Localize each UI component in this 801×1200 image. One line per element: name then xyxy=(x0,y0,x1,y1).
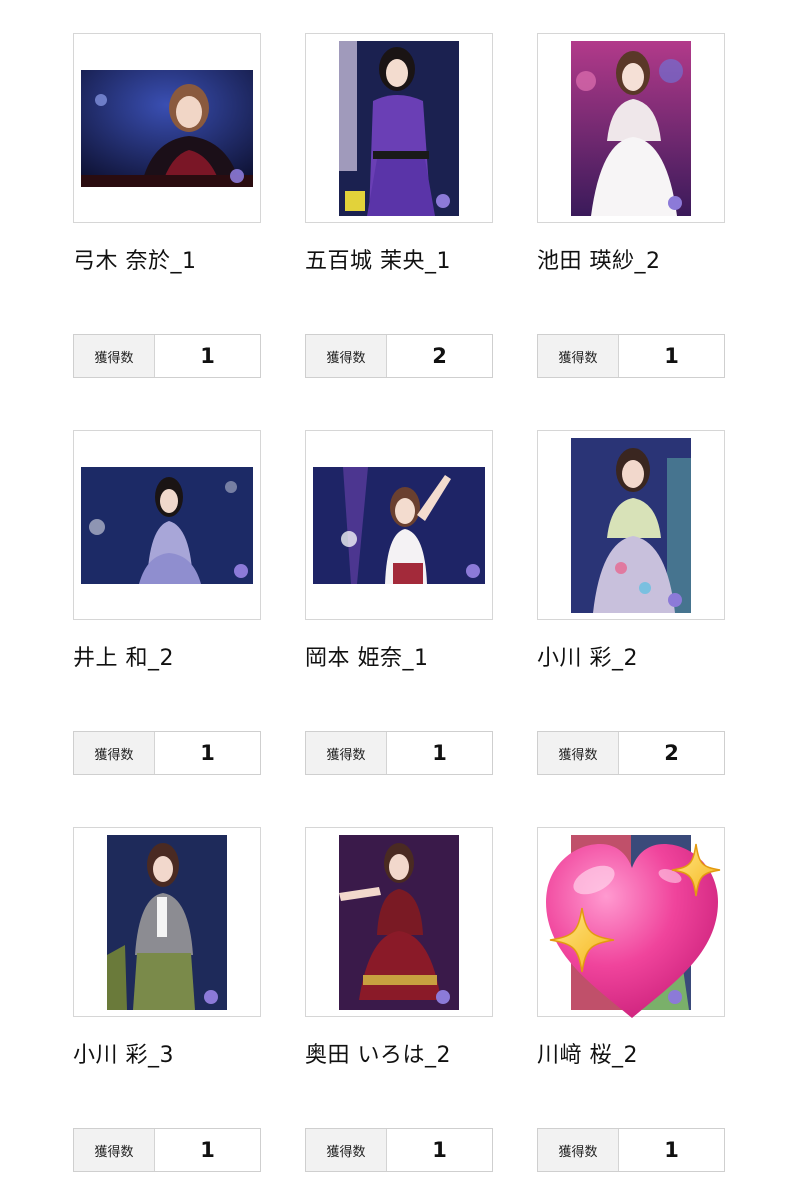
acquired-count-value: 2 xyxy=(664,741,679,765)
acquired-count-label: 獲得数 xyxy=(306,732,387,774)
acquired-count-box: 獲得数 1 xyxy=(73,334,261,378)
member-photo xyxy=(571,438,691,613)
member-photo xyxy=(81,70,253,187)
photo-frame[interactable] xyxy=(73,33,261,223)
acquired-count-box: 獲得数 2 xyxy=(305,334,493,378)
acquired-count-label: 獲得数 xyxy=(306,335,387,377)
acquired-count-label: 獲得数 xyxy=(538,732,619,774)
acquired-count-box: 獲得数 2 xyxy=(537,731,725,775)
photo-frame[interactable] xyxy=(305,430,493,620)
photo-frame[interactable] xyxy=(73,430,261,620)
member-name: 五百城 茉央_1 xyxy=(305,249,451,274)
photo-frame[interactable] xyxy=(73,827,261,1017)
acquired-count-value: 1 xyxy=(664,1138,679,1162)
member-name: 奥田 いろは_2 xyxy=(305,1043,451,1068)
member-photo xyxy=(339,41,459,216)
acquired-count-value: 2 xyxy=(432,344,447,368)
acquired-count-label: 獲得数 xyxy=(74,335,155,377)
photo-frame[interactable] xyxy=(537,33,725,223)
member-name: 小川 彩_3 xyxy=(73,1043,174,1068)
acquired-count-label: 獲得数 xyxy=(74,1129,155,1171)
member-photo xyxy=(107,835,227,1010)
acquired-count-label: 獲得数 xyxy=(74,732,155,774)
acquired-count-label: 獲得数 xyxy=(538,1129,619,1171)
acquired-count-box: 獲得数 1 xyxy=(305,731,493,775)
acquired-count-box: 獲得数 1 xyxy=(73,1128,261,1172)
photo-frame[interactable] xyxy=(537,430,725,620)
acquired-count-value: 1 xyxy=(432,1138,447,1162)
acquired-count-value: 1 xyxy=(432,741,447,765)
member-name: 井上 和_2 xyxy=(73,646,174,671)
acquired-count-box: 獲得数 1 xyxy=(305,1128,493,1172)
member-name: 岡本 姫奈_1 xyxy=(305,646,429,671)
acquired-count-value: 1 xyxy=(200,1138,215,1162)
photo-frame[interactable] xyxy=(305,33,493,223)
member-name: 川﨑 桜_2 xyxy=(537,1043,638,1068)
member-photo xyxy=(571,41,691,216)
member-photo xyxy=(81,467,253,584)
acquired-count-box: 獲得数 1 xyxy=(73,731,261,775)
acquired-count-box: 獲得数 1 xyxy=(537,1128,725,1172)
member-name: 小川 彩_2 xyxy=(537,646,638,671)
acquired-count-value: 1 xyxy=(664,344,679,368)
member-name: 池田 瑛紗_2 xyxy=(537,249,661,274)
member-name: 弓木 奈於_1 xyxy=(73,249,197,274)
photo-frame[interactable] xyxy=(305,827,493,1017)
acquired-count-box: 獲得数 1 xyxy=(537,334,725,378)
acquired-count-label: 獲得数 xyxy=(306,1129,387,1171)
member-photo xyxy=(339,835,459,1010)
sparkling-heart-icon xyxy=(534,836,730,1026)
acquired-count-label: 獲得数 xyxy=(538,335,619,377)
acquired-count-value: 1 xyxy=(200,344,215,368)
member-photo xyxy=(313,467,485,584)
acquired-count-value: 1 xyxy=(200,741,215,765)
